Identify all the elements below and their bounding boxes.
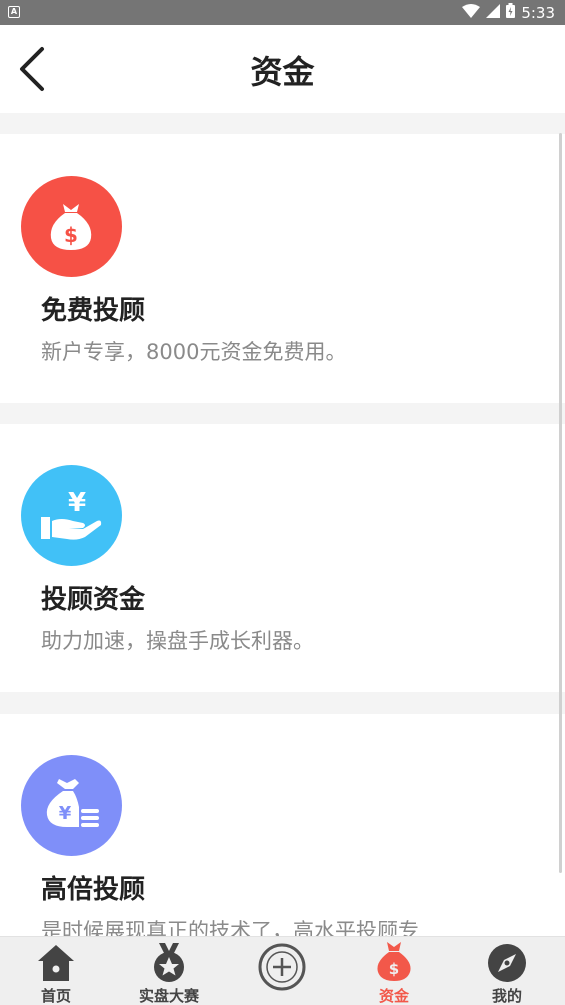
medal-icon [154,943,184,982]
tab-home[interactable]: 首页 [1,937,111,1005]
home-icon [38,945,74,981]
yuan-hand-icon: ¥ [21,465,122,566]
wifi-icon [462,3,481,22]
svg-text:$: $ [389,960,399,978]
status-bar: A 5:33 [0,0,565,25]
card-desc: 是时候展现真正的技术了，高水平投顾专 [41,919,419,936]
tab-label: 首页 [40,987,71,1005]
card-title: 投顾资金 [41,585,146,615]
card-advisory-funds[interactable]: ¥ 投顾资金 助力加速，操盘手成长利器。 [0,424,565,692]
card-free-advisory[interactable]: $ 免费投顾 新户专享，8000元资金免费用。 [0,134,565,403]
bottom-tab-bar: 首页 实盘大赛 $ 资金 我的 [0,936,565,1005]
svg-text:$: $ [64,223,78,247]
page-title: 资金 [250,53,315,91]
top-bar: 资金 [0,25,565,113]
svg-text:¥: ¥ [59,803,72,824]
tab-add[interactable] [227,937,337,1005]
tab-contest[interactable]: 实盘大赛 [114,937,224,1005]
card-high-leverage[interactable]: ¥ 高倍投顾 是时候展现真正的技术了，高水平投顾专 [0,714,565,936]
money-bag-icon: $ [377,942,411,981]
tab-funds[interactable]: $ 资金 [339,937,449,1005]
money-bag-icon: $ [21,176,122,277]
tab-mine[interactable]: 我的 [452,937,562,1005]
signal-icon [486,3,501,22]
card-desc: 新户专享，8000元资金免费用。 [41,340,347,364]
status-time: 5:33 [521,3,555,22]
notification-icon: A [8,6,20,18]
svg-text:¥: ¥ [68,488,86,518]
plus-circle-icon [258,943,306,991]
compass-icon [488,944,526,982]
tab-label: 资金 [378,987,409,1005]
battery-icon [506,3,516,22]
card-title: 高倍投顾 [41,875,146,905]
tab-label: 我的 [491,987,522,1005]
scrollbar[interactable] [559,133,562,873]
yuan-bag-icon: ¥ [21,755,122,856]
card-desc: 助力加速，操盘手成长利器。 [41,629,314,653]
tab-label: 实盘大赛 [138,987,199,1005]
card-title: 免费投顾 [41,296,146,326]
